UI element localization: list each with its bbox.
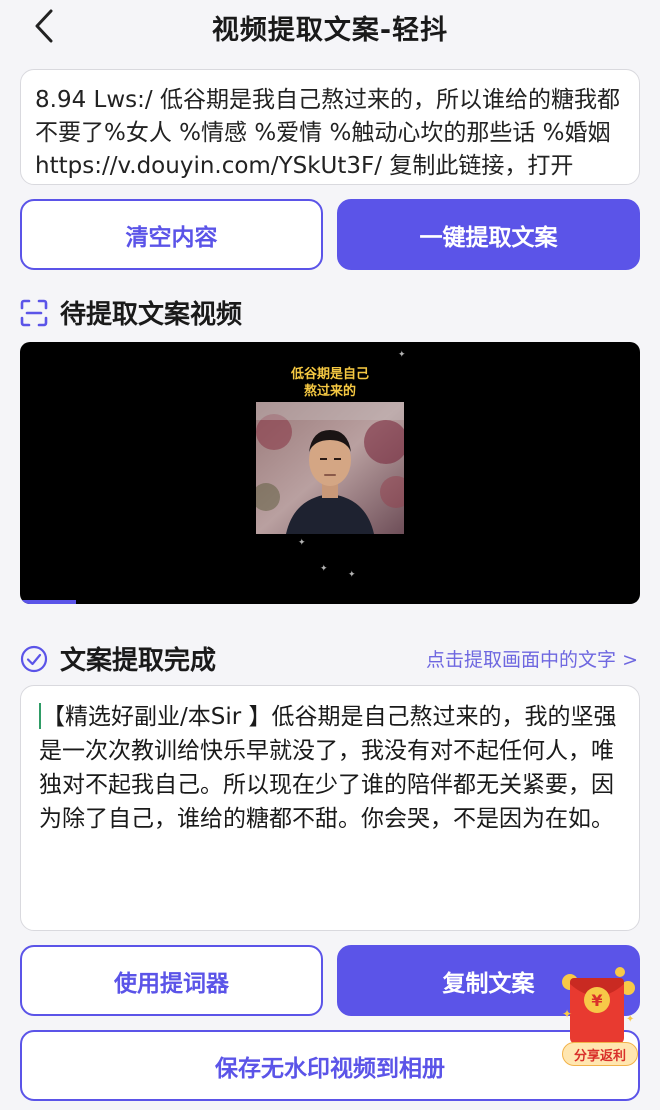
result-text: 【精选好副业/本Sir 】低谷期是自己熬过来的，我的坚强是一次次教训给快乐早就没…: [39, 704, 617, 832]
video-thumbnail: [256, 402, 404, 534]
extract-frame-text-link[interactable]: 点击提取画面中的文字 >: [426, 645, 638, 672]
share-rebate-widget[interactable]: ¥ ✦ ✦ 分享返利: [556, 962, 642, 1070]
text-cursor: [39, 703, 41, 729]
link-input-text: 8.94 Lws:/ 低谷期是我自己熬过来的，所以谁给的糖我都不要了%女人 %情…: [35, 87, 620, 179]
sparkle-decoration: ✦: [398, 350, 406, 360]
scan-frame-icon: [20, 299, 48, 327]
svg-text:✦: ✦: [626, 1014, 634, 1025]
page-title: 视频提取文案-轻抖: [211, 15, 449, 46]
check-circle-icon: [20, 645, 48, 673]
result-section-title: 文案提取完成: [20, 640, 216, 677]
teleprompter-button[interactable]: 使用提词器: [20, 945, 323, 1016]
video-progress-bar[interactable]: [20, 600, 76, 604]
extract-button[interactable]: 一键提取文案: [337, 199, 640, 270]
video-caption-line-2: 熬过来的: [303, 384, 356, 399]
header: 视频提取文案-轻抖: [0, 0, 660, 52]
red-envelope-icon: ¥ ✦ ✦: [562, 967, 635, 1044]
link-input[interactable]: 8.94 Lws:/ 低谷期是我自己熬过来的，所以谁给的糖我都不要了%女人 %情…: [20, 69, 640, 185]
video-caption-line-1: 低谷期是自己: [290, 367, 369, 382]
video-caption: 低谷期是自己 熬过来的: [20, 366, 640, 400]
svg-text:✦: ✦: [562, 1007, 572, 1021]
video-player[interactable]: 低谷期是自己 熬过来的 ✦ ✦ ✦ ✦: [20, 342, 640, 604]
sparkle-decoration: ✦: [298, 538, 306, 548]
share-rebate-label: 分享返利: [562, 1042, 638, 1066]
result-textarea[interactable]: 【精选好副业/本Sir 】低谷期是自己熬过来的，我的坚强是一次次教训给快乐早就没…: [20, 685, 640, 931]
svg-text:¥: ¥: [591, 991, 602, 1010]
sparkle-decoration: ✦: [320, 564, 328, 574]
result-section-label: 文案提取完成: [60, 646, 217, 676]
video-section-label: 待提取文案视频: [60, 300, 243, 330]
save-video-button[interactable]: 保存无水印视频到相册: [20, 1030, 640, 1101]
sparkle-decoration: ✦: [348, 570, 356, 580]
clear-button[interactable]: 清空内容: [20, 199, 323, 270]
video-section-title: 待提取文案视频: [20, 294, 242, 331]
